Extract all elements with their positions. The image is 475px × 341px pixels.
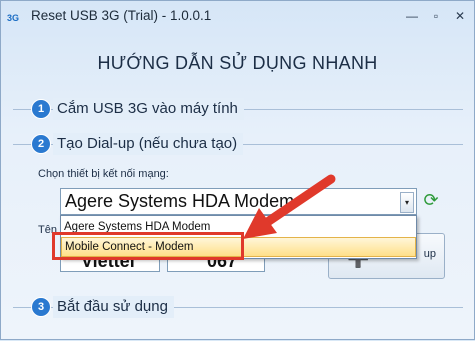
title-bar[interactable]: 3G Reset USB 3G (Trial) - 1.0.0.1 — ▫ ✕ (1, 1, 474, 31)
window-title: Reset USB 3G (Trial) - 1.0.0.1 (31, 8, 212, 23)
maximize-icon[interactable]: ▫ (425, 7, 447, 25)
step-number-badge: 1 (31, 99, 51, 119)
close-icon[interactable]: ✕ (449, 7, 471, 25)
step-3: 3 Bắt đầu sử dụng (13, 296, 463, 318)
refresh-icon[interactable]: ⟳ (420, 189, 442, 211)
create-dialup-button-label: up (423, 248, 436, 260)
step-number-badge: 2 (31, 134, 51, 154)
page-heading: HƯỚNG DẪN SỬ DỤNG NHANH (97, 53, 378, 73)
chevron-down-icon[interactable]: ▾ (400, 192, 414, 213)
step-1: 1 Cắm USB 3G vào máy tính (13, 98, 463, 120)
minimize-icon[interactable]: — (401, 7, 423, 25)
annotation-highlight-box (52, 232, 244, 260)
device-select-label: Chọn thiết bị kết nối mạng: (38, 168, 169, 180)
app-window: 3G Reset USB 3G (Trial) - 1.0.0.1 — ▫ ✕ … (0, 0, 475, 340)
app-icon: 3G (7, 13, 20, 23)
device-selected-value: Agere Systems HDA Modem (65, 191, 295, 211)
step-2: 2 Tạo Dial-up (nếu chưa tạo) (13, 133, 463, 155)
device-combobox[interactable]: Agere Systems HDA Modem ▾ (60, 188, 417, 215)
step-label: Cắm USB 3G vào máy tính (53, 98, 244, 120)
step-number-badge: 3 (31, 297, 51, 317)
step-label: Bắt đầu sử dụng (53, 296, 174, 318)
step-label: Tạo Dial-up (nếu chưa tạo) (53, 133, 244, 155)
